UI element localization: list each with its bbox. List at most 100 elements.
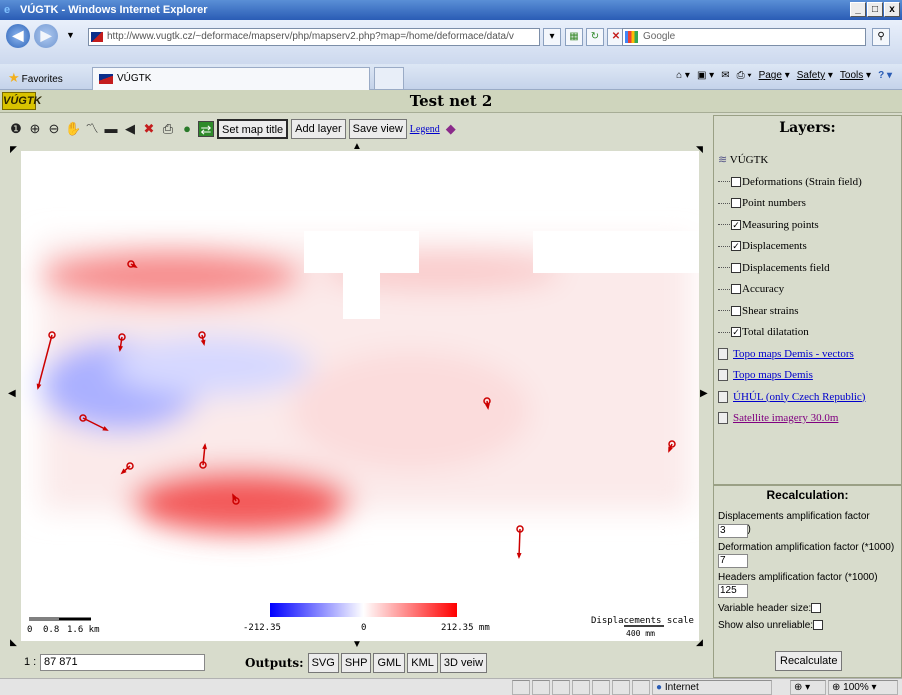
layer-checkbox-displacements[interactable]: ✓ [731, 241, 741, 252]
ie-icon: e [4, 4, 11, 16]
color-scale: -212.35 0 212.35 mm [243, 603, 490, 633]
url-input[interactable]: http://www.vugtk.cz/~deformace/mapserv/p… [88, 28, 540, 46]
window-controls: _ □ x [850, 2, 900, 17]
close-button[interactable]: x [884, 2, 900, 17]
pan-hand-icon[interactable]: ✋ [65, 121, 81, 137]
layer-label: Accuracy [742, 283, 785, 295]
add-layer-button[interactable]: Add layer [291, 119, 346, 139]
output-3d-view-button[interactable]: 3D veiw [439, 653, 488, 673]
refresh-icon[interactable]: ↻ [586, 28, 604, 46]
zoom-control[interactable]: ⊕ 100% ▾ [828, 680, 898, 695]
deformation-factor-label: Deformation amplification factor (*1000) [718, 542, 895, 553]
layer-checkbox-shear-strains[interactable] [731, 305, 741, 316]
recalculate-button[interactable]: Recalculate [775, 651, 843, 671]
external-layer-link[interactable]: Topo maps Demis - vectors [733, 348, 854, 360]
layer-item: Point numbers [718, 193, 865, 215]
zoom-label: 100% [843, 682, 869, 693]
pan-west-icon[interactable]: ◀ [8, 388, 16, 399]
browser-tab[interactable]: VÚGTK [92, 67, 370, 90]
back-button[interactable]: ◀ [6, 24, 30, 48]
status-cell [572, 680, 590, 695]
search-placeholder: Google [643, 31, 676, 42]
headers-factor-input[interactable]: 125 [718, 584, 748, 598]
set-map-title-button[interactable]: Set map title [217, 119, 289, 139]
scale-input[interactable]: 87 871 [40, 654, 205, 671]
protected-mode-icon[interactable]: ⊕ ▾ [790, 680, 826, 695]
map-bottom-bar: 1 : 87 871 Outputs: SVG SHP GML KML 3D v… [0, 650, 712, 678]
variable-header-checkbox[interactable] [811, 603, 822, 614]
external-layer-link[interactable]: Topo maps Demis [733, 369, 813, 381]
pan-southwest-icon[interactable]: ◣ [10, 637, 17, 648]
layer-item: ✓ Displacements [718, 236, 865, 258]
pan-east-icon[interactable]: ▶ [700, 388, 708, 399]
page-menu[interactable]: Page ▾ [759, 70, 790, 81]
zoom-in-icon[interactable]: ⊕ [27, 121, 43, 137]
feeds-icon[interactable]: ▣ ▾ [697, 70, 714, 81]
layers-heading: Layers: [779, 120, 836, 136]
layer-checkbox-displacements-field[interactable] [731, 262, 741, 273]
deformation-factor-input[interactable]: 7 [718, 554, 748, 568]
layer-checkbox-accuracy[interactable] [731, 284, 741, 295]
help-icon[interactable]: ? ▾ [878, 70, 892, 81]
show-unreliable-checkbox[interactable] [813, 620, 824, 631]
layer-label: Total dilatation [742, 326, 809, 338]
compatibility-icon[interactable]: ▦ [565, 28, 583, 46]
output-kml-button[interactable]: KML [407, 653, 438, 673]
pan-northwest-icon[interactable]: ◤ [10, 144, 17, 155]
tools-menu[interactable]: Tools ▾ [840, 70, 871, 81]
url-text: http://www.vugtk.cz/~deformace/mapserv/p… [107, 31, 514, 42]
layer-group-root[interactable]: ≋ VÚGTK [718, 150, 865, 172]
recalculation-panel: Recalculation: Displacements amplificati… [713, 485, 902, 678]
refresh-map-icon[interactable]: ⇄ [198, 121, 214, 137]
status-cell [632, 680, 650, 695]
layer-label: Shear strains [742, 304, 799, 317]
page-content: VÚGTK Test net 2 ❶ ⊕ ⊖ ✋ 〽 ▬ ◀ ✖ ⎙ ● ⇄ S… [0, 90, 902, 678]
maximize-button[interactable]: □ [867, 2, 883, 17]
print-map-icon[interactable]: ⎙ [160, 121, 176, 137]
layer-item: Deformations (Strain field) [718, 172, 865, 194]
variable-header-label: Variable header size: [718, 603, 812, 614]
profile-icon[interactable]: 〽 [84, 121, 100, 137]
layer-label: Displacements field [742, 261, 830, 274]
color-scale-max: 212.35 mm [441, 623, 490, 633]
mail-icon[interactable]: ✉ [721, 70, 729, 81]
home-icon[interactable]: ⌂ ▾ [676, 70, 690, 81]
displacement-factor-input[interactable]: 3 [718, 524, 748, 538]
database-icon [718, 369, 728, 382]
external-layer-link[interactable]: Satellite imagery 30.0m [733, 412, 838, 424]
layer-checkbox-deformations[interactable] [731, 176, 741, 187]
zoom-out-icon[interactable]: ⊖ [46, 121, 62, 137]
output-gml-button[interactable]: GML [373, 653, 406, 673]
legend-link[interactable]: Legend [410, 124, 440, 135]
forward-button[interactable]: ▶ [34, 24, 58, 48]
layer-item: Accuracy [718, 279, 865, 301]
map-canvas[interactable]: 0 0.8 1.6 km -212.35 0 212.35 mm Displac… [21, 151, 699, 641]
new-tab-button[interactable] [374, 67, 404, 90]
search-input[interactable]: Google [622, 28, 866, 46]
layer-checkbox-measuring-points[interactable]: ✓ [731, 219, 741, 230]
globe-icon[interactable]: ● [179, 121, 195, 137]
displacement-scale: Displacements scale 400 mm [591, 616, 694, 638]
clear-icon[interactable]: ✖ [141, 121, 157, 137]
external-layer: ÚHÚL (only Czech Republic) [718, 387, 865, 409]
external-layer-link[interactable]: ÚHÚL (only Czech Republic) [733, 391, 865, 403]
history-dropdown-icon[interactable]: ▼ [66, 30, 75, 40]
output-svg-button[interactable]: SVG [307, 653, 339, 673]
favorites-button[interactable]: ★ Favorites [8, 70, 63, 86]
layer-checkbox-total-dilatation[interactable]: ✓ [731, 327, 741, 338]
measure-icon[interactable]: ▬ [103, 121, 119, 137]
output-shp-button[interactable]: SHP [340, 653, 372, 673]
back-arrow-icon[interactable]: ◀ [122, 121, 138, 137]
security-zone: ● Internet [652, 680, 772, 695]
url-dropdown-icon[interactable]: ▾ [543, 28, 561, 46]
print-icon[interactable]: ⎙ ▾ [737, 70, 752, 81]
book-icon[interactable]: ◆ [443, 121, 459, 137]
info-icon[interactable]: ❶ [8, 121, 24, 137]
save-view-button[interactable]: Save view [348, 119, 407, 139]
command-bar: ⌂ ▾ ▣ ▾ ✉ ⎙ ▾ Page ▾ Safety ▾ Tools ▾ ? … [676, 70, 892, 81]
search-icon[interactable]: ⚲ [872, 28, 890, 46]
vector-arrowhead [36, 383, 42, 390]
minimize-button[interactable]: _ [850, 2, 866, 17]
safety-menu[interactable]: Safety ▾ [797, 70, 833, 81]
layer-checkbox-point-numbers[interactable] [731, 198, 741, 209]
